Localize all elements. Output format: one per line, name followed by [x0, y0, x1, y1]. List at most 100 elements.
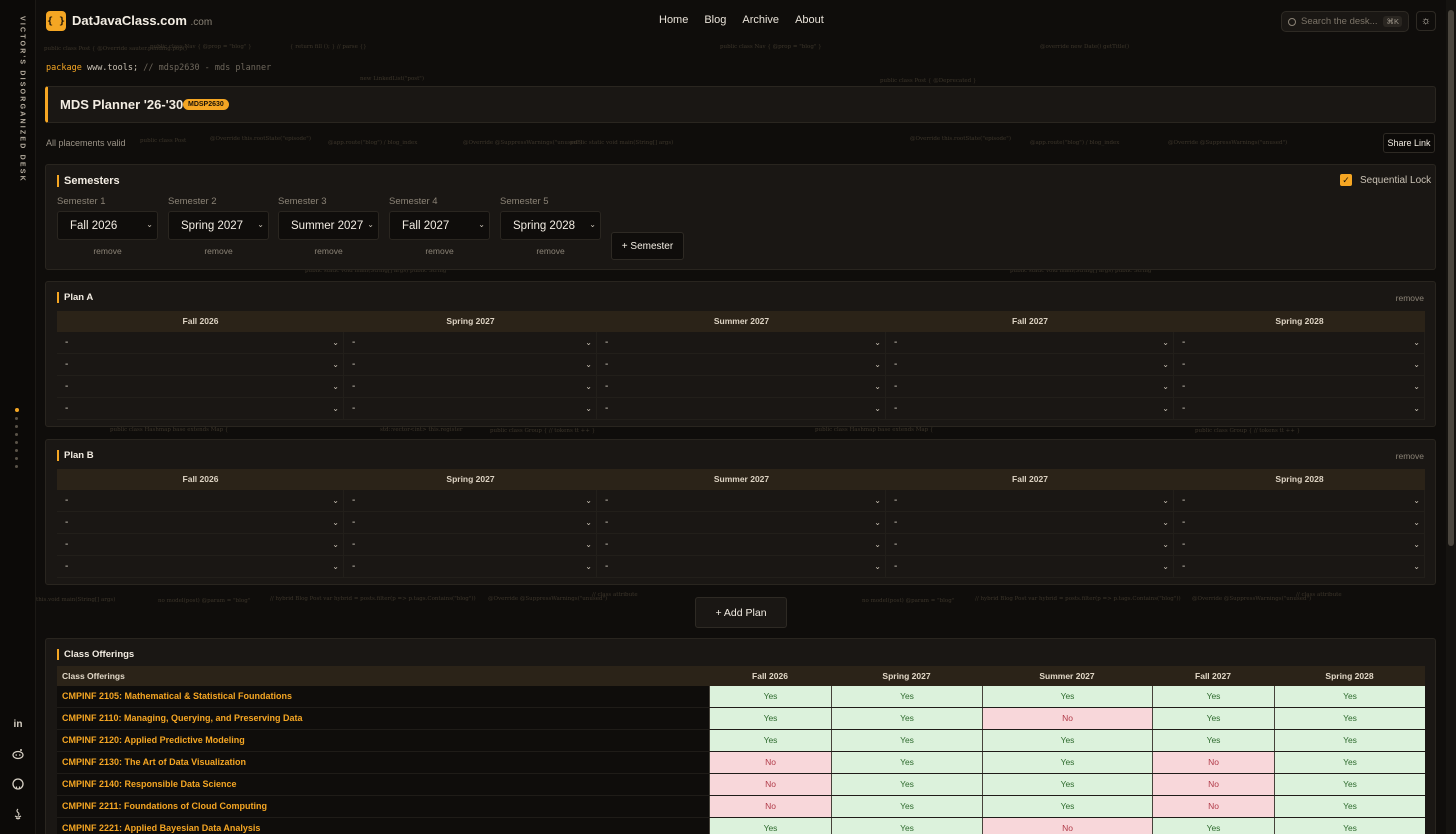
course-select[interactable]: - ⌄: [886, 534, 1174, 555]
nav-archive[interactable]: Archive: [742, 14, 779, 26]
course-link[interactable]: CMPINF 2140: Responsible Data Science: [57, 774, 709, 795]
plan-a-remove-link[interactable]: remove: [1396, 293, 1424, 303]
course-select[interactable]: - ⌄: [344, 332, 597, 353]
course-select[interactable]: - ⌄: [344, 490, 597, 511]
course-select[interactable]: - ⌄: [344, 556, 597, 577]
scrollbar-thumb[interactable]: [1448, 10, 1454, 546]
course-select[interactable]: - ⌄: [57, 354, 344, 375]
course-select[interactable]: - ⌄: [57, 512, 344, 533]
course-select[interactable]: - ⌄: [886, 354, 1174, 375]
semester-remove-link[interactable]: remove: [500, 246, 601, 256]
section-dot[interactable]: [15, 417, 18, 420]
social-links: in: [8, 714, 28, 824]
course-select[interactable]: - ⌄: [886, 376, 1174, 397]
section-dot[interactable]: [15, 425, 18, 428]
section-dot[interactable]: [15, 449, 18, 452]
availability-cell: Yes: [709, 708, 831, 729]
search-placeholder: Search the desk...: [1301, 16, 1378, 27]
planner-badge: MDSP2630: [183, 99, 229, 110]
share-link-button[interactable]: Share Link: [1383, 133, 1435, 153]
availability-cell: Yes: [709, 686, 831, 707]
course-select[interactable]: - ⌄: [886, 556, 1174, 577]
semester-select[interactable]: Fall 2027 ⌄: [389, 211, 490, 240]
course-select-value: -: [352, 517, 356, 528]
section-dot[interactable]: [15, 441, 18, 444]
semester-select[interactable]: Fall 2026 ⌄: [57, 211, 158, 240]
section-dot[interactable]: [15, 457, 18, 460]
course-select[interactable]: - ⌄: [597, 376, 886, 397]
course-link[interactable]: CMPINF 2130: The Art of Data Visualizati…: [57, 752, 709, 773]
theme-toggle-icon[interactable]: ☼: [1416, 11, 1436, 31]
add-plan-button[interactable]: + Add Plan: [695, 597, 787, 628]
course-link[interactable]: CMPINF 2211: Foundations of Cloud Comput…: [57, 796, 709, 817]
course-select[interactable]: - ⌄: [597, 556, 886, 577]
course-select[interactable]: - ⌄: [1174, 354, 1425, 375]
semester-remove-link[interactable]: remove: [389, 246, 490, 256]
semester-select[interactable]: Summer 2027 ⌄: [278, 211, 379, 240]
section-dot[interactable]: [15, 465, 18, 468]
site-name: DatJavaClass.com: [72, 13, 187, 28]
course-select[interactable]: - ⌄: [57, 490, 344, 511]
availability-cell: Yes: [982, 730, 1152, 751]
semester-select[interactable]: Spring 2028 ⌄: [500, 211, 601, 240]
course-select[interactable]: - ⌄: [57, 398, 344, 419]
course-select[interactable]: - ⌄: [597, 332, 886, 353]
site-logo[interactable]: DatJavaClass.com .com: [72, 13, 212, 28]
course-select[interactable]: - ⌄: [344, 376, 597, 397]
course-select[interactable]: - ⌄: [886, 490, 1174, 511]
course-select[interactable]: - ⌄: [886, 512, 1174, 533]
offerings-column-header: Class Offerings: [62, 671, 125, 681]
course-select[interactable]: - ⌄: [1174, 534, 1425, 555]
course-select[interactable]: - ⌄: [597, 490, 886, 511]
section-dot-active[interactable]: [15, 408, 19, 412]
course-select[interactable]: - ⌄: [1174, 376, 1425, 397]
course-link[interactable]: CMPINF 2105: Mathematical & Statistical …: [57, 686, 709, 707]
sequential-lock-toggle[interactable]: ✓ Sequential Lock: [1340, 174, 1431, 186]
semester-remove-link[interactable]: remove: [168, 246, 269, 256]
course-select[interactable]: - ⌄: [344, 398, 597, 419]
search-input[interactable]: Search the desk... ⌘K: [1281, 11, 1409, 32]
site-logo-icon[interactable]: { }: [46, 11, 66, 31]
availability-cell: Yes: [831, 730, 982, 751]
plan-b-remove-link[interactable]: remove: [1396, 451, 1424, 461]
sequential-lock-checkbox[interactable]: ✓: [1340, 174, 1352, 186]
course-select[interactable]: - ⌄: [1174, 512, 1425, 533]
course-select[interactable]: - ⌄: [57, 332, 344, 353]
course-select[interactable]: - ⌄: [1174, 332, 1425, 353]
course-link[interactable]: CMPINF 2110: Managing, Querying, and Pre…: [57, 708, 709, 729]
semester-remove-link[interactable]: remove: [57, 246, 158, 256]
course-select[interactable]: - ⌄: [57, 376, 344, 397]
course-select[interactable]: - ⌄: [1174, 398, 1425, 419]
course-select[interactable]: - ⌄: [1174, 556, 1425, 577]
nav-blog[interactable]: Blog: [704, 14, 726, 26]
course-link[interactable]: CMPINF 2120: Applied Predictive Modeling: [57, 730, 709, 751]
chevron-down-icon: ⌄: [1413, 496, 1420, 505]
course-link[interactable]: CMPINF 2221: Applied Bayesian Data Analy…: [57, 818, 709, 834]
course-select[interactable]: - ⌄: [57, 556, 344, 577]
plan-row: - ⌄ - ⌄ - ⌄ - ⌄ - ⌄: [57, 490, 1425, 512]
availability-cell: Yes: [982, 752, 1152, 773]
course-select[interactable]: - ⌄: [886, 398, 1174, 419]
reddit-icon[interactable]: [8, 744, 28, 764]
nav-home[interactable]: Home: [659, 14, 688, 26]
semester-remove-link[interactable]: remove: [278, 246, 379, 256]
nav-about[interactable]: About: [795, 14, 824, 26]
course-select-value: -: [352, 495, 356, 506]
section-dot[interactable]: [15, 433, 18, 436]
course-select[interactable]: - ⌄: [1174, 490, 1425, 511]
course-select[interactable]: - ⌄: [344, 534, 597, 555]
course-select[interactable]: - ⌄: [344, 354, 597, 375]
course-select[interactable]: - ⌄: [344, 512, 597, 533]
course-select[interactable]: - ⌄: [597, 398, 886, 419]
breadcrumb-path[interactable]: www.tools;: [87, 63, 138, 73]
java-icon[interactable]: [8, 804, 28, 824]
course-select[interactable]: - ⌄: [57, 534, 344, 555]
github-icon[interactable]: [8, 774, 28, 794]
add-semester-button[interactable]: + Semester: [611, 232, 684, 260]
course-select[interactable]: - ⌄: [597, 354, 886, 375]
course-select[interactable]: - ⌄: [886, 332, 1174, 353]
course-select[interactable]: - ⌄: [597, 512, 886, 533]
linkedin-icon[interactable]: in: [8, 714, 28, 734]
course-select[interactable]: - ⌄: [597, 534, 886, 555]
semester-select[interactable]: Spring 2027 ⌄: [168, 211, 269, 240]
